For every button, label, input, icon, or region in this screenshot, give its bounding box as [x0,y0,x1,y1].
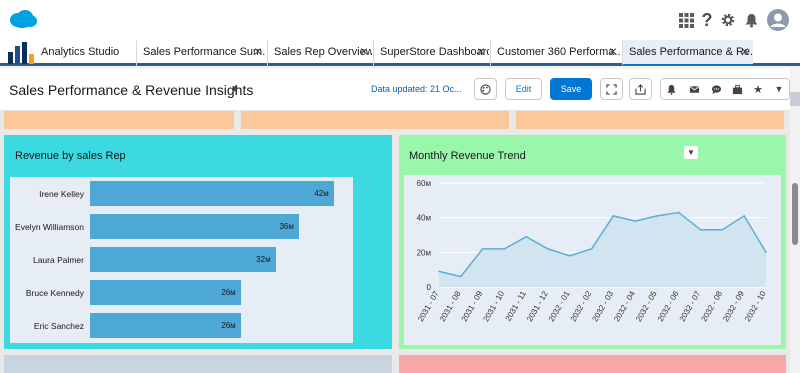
notification-button[interactable] [660,78,682,100]
tab-label: Sales Performance & Re... [629,46,753,58]
close-icon[interactable]: × [254,43,262,59]
scroll-up-arrow-icon[interactable] [790,92,800,106]
tab-sales-performance-summary[interactable]: Sales Performance Sum... × [136,40,266,66]
data-point[interactable] [721,229,724,231]
top-widget-strip [4,111,234,129]
data-point[interactable] [743,215,745,217]
global-header: ? [0,0,800,40]
save-button[interactable]: Save [550,78,592,100]
data-point[interactable] [503,248,506,250]
data-point[interactable] [590,248,593,250]
top-widget-strip [516,111,784,129]
data-updated-text[interactable]: Data updated: 21 Oc... [371,84,462,94]
scrollbar-thumb[interactable] [792,183,798,245]
tab-label: SuperStore Dashboard [380,46,489,58]
y-tick-label: 0 [427,283,432,292]
collection-button[interactable] [726,78,748,100]
tab-sales-performance-revenue[interactable]: Sales Performance & Re... × [622,40,753,66]
data-point[interactable] [569,255,571,257]
revenue-bar[interactable] [90,313,242,338]
gear-icon[interactable] [719,11,737,29]
envelope-icon [689,85,699,93]
chat-icon [711,84,721,94]
line-chart: 020м40м60м2031 - 072031 - 082031 - 09203… [404,175,781,345]
bar-category-label: Eric Sanchez [33,321,84,331]
tab-sales-rep-overview[interactable]: Sales Rep Overview × [267,40,372,66]
bar-category-label: Evelyn Williamson [15,222,84,232]
avatar[interactable] [767,9,789,31]
bell-icon [666,84,676,95]
waffle-icon[interactable] [677,11,695,29]
data-point[interactable] [699,229,702,231]
bottom-right-widget [399,355,786,373]
close-icon[interactable]: × [609,43,617,59]
widget-title: Monthly Revenue Trend [409,150,526,162]
email-button[interactable] [683,78,705,100]
data-point[interactable] [612,215,615,217]
app-name: Analytics Studio [41,46,120,58]
palette-icon [480,83,491,95]
tab-label: Customer 360 Performa... [497,46,621,58]
help-icon[interactable]: ? [698,10,716,30]
bar-value-label: 36м [279,222,294,231]
close-icon[interactable]: × [477,43,485,59]
y-tick-label: 40м [417,214,431,223]
y-tick-label: 60м [417,179,431,188]
data-point[interactable] [525,235,527,238]
monthly-revenue-trend-widget: Monthly Revenue Trend ▼ 0 20м 40м 60м 2031 -… [399,135,786,349]
widget-title: Revenue by sales Rep [15,150,126,162]
data-point[interactable] [438,270,440,273]
bar-category-label: Laura Palmer [32,255,84,265]
bar-value-label: 42м [314,189,329,198]
data-point[interactable] [634,220,636,222]
revenue-bar[interactable] [90,247,277,272]
bar-value-label: 26м [221,288,236,297]
analytics-bars-icon[interactable] [6,42,36,64]
close-icon[interactable]: × [741,43,749,59]
top-widget-strip [241,111,509,129]
palette-button[interactable] [474,78,497,100]
briefcase-icon [732,84,742,94]
data-point[interactable] [460,275,462,278]
expand-icon [606,83,617,95]
bar-value-label: 32м [256,255,271,264]
bell-icon[interactable] [742,11,760,29]
tab-label: Sales Rep Overview [274,46,372,58]
tab-customer-360-performance[interactable]: Customer 360 Performa... × [490,40,621,66]
data-point[interactable] [765,251,767,254]
dashboard-title: Sales Performance & Revenue Insights [9,82,254,98]
bar-category-label: Bruce Kennedy [25,288,84,298]
share-button[interactable] [629,78,652,100]
bar-category-label: Irene Kelley [39,189,84,199]
chevron-down-icon[interactable]: ▼ [230,84,240,95]
comment-button[interactable] [705,78,727,100]
tab-label: Sales Performance Sum... [143,46,266,58]
revenue-bar[interactable] [90,280,242,305]
data-point[interactable] [678,211,680,214]
dashboard-header: Sales Performance & Revenue Insights ▼ D… [0,69,790,111]
revenue-bar[interactable] [90,214,300,239]
share-icon [635,83,646,95]
more-actions-chevron-icon[interactable]: ▼ [768,78,790,100]
fullscreen-button[interactable] [600,78,623,100]
star-icon[interactable]: ★ [747,78,769,100]
tab-superstore-dashboard[interactable]: SuperStore Dashboard × [373,40,489,66]
bar-value-label: 26м [221,321,236,330]
revenue-bar[interactable] [90,181,335,206]
salesforce-cloud-logo[interactable] [8,8,38,35]
revenue-by-rep-widget: Revenue by sales Rep Irene Kelley 42м Evel… [4,135,392,349]
bottom-left-widget [4,355,392,373]
close-icon[interactable]: × [360,43,368,59]
chevron-down-icon[interactable]: ▼ [684,146,698,159]
edit-button[interactable]: Edit [505,78,542,100]
data-point[interactable] [547,248,549,250]
bar-chart-area: Irene Kelley 42м Evelyn Williamson 36м Laura… [10,177,353,343]
app-tab-bar: Analytics Studio Sales Performance Sum..… [0,40,800,66]
data-point[interactable] [656,215,658,217]
y-tick-label: 20м [417,248,431,257]
data-point[interactable] [481,248,484,250]
